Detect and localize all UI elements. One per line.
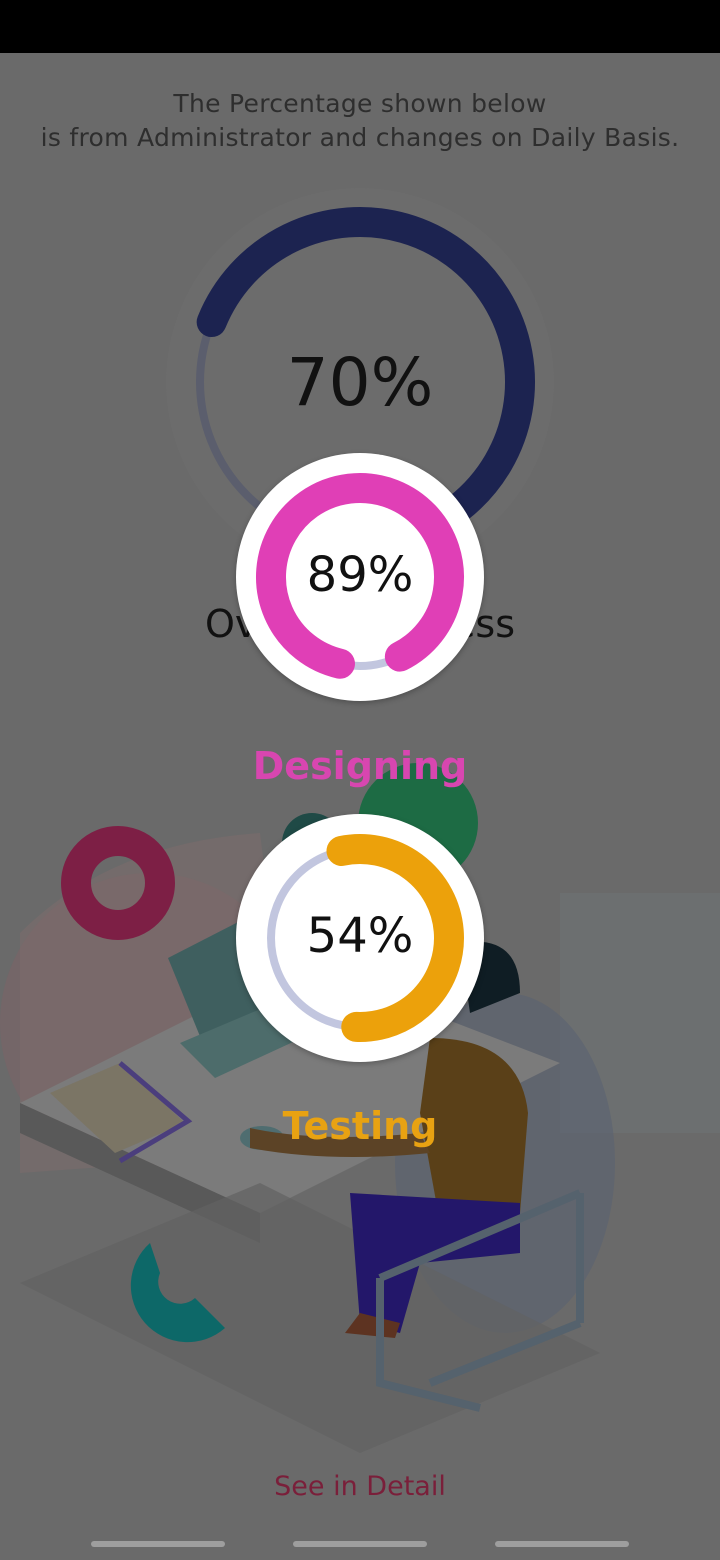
intro-text: The Percentage shown below is from Admin…: [0, 87, 720, 155]
designing-progress-badge: 89%: [236, 453, 484, 701]
testing-label: Testing: [282, 1104, 438, 1148]
see-in-detail-link[interactable]: See in Detail: [0, 1470, 720, 1504]
nav-home-button[interactable]: [293, 1541, 427, 1547]
overall-progress-value: 70%: [286, 344, 434, 421]
intro-line-1: The Percentage shown below: [173, 89, 547, 118]
nav-recents-button[interactable]: [91, 1541, 225, 1547]
testing-progress-badge: 54%: [236, 814, 484, 1062]
nav-back-button[interactable]: [495, 1541, 629, 1547]
navigation-bar: [0, 1530, 720, 1560]
progress-screen: The Percentage shown below is from Admin…: [0, 53, 720, 1560]
status-bar: [0, 0, 720, 53]
intro-line-2: is from Administrator and changes on Dai…: [40, 123, 680, 152]
designing-progress-value: 89%: [306, 547, 414, 603]
designing-label: Designing: [252, 744, 468, 788]
testing-progress-value: 54%: [306, 908, 414, 964]
